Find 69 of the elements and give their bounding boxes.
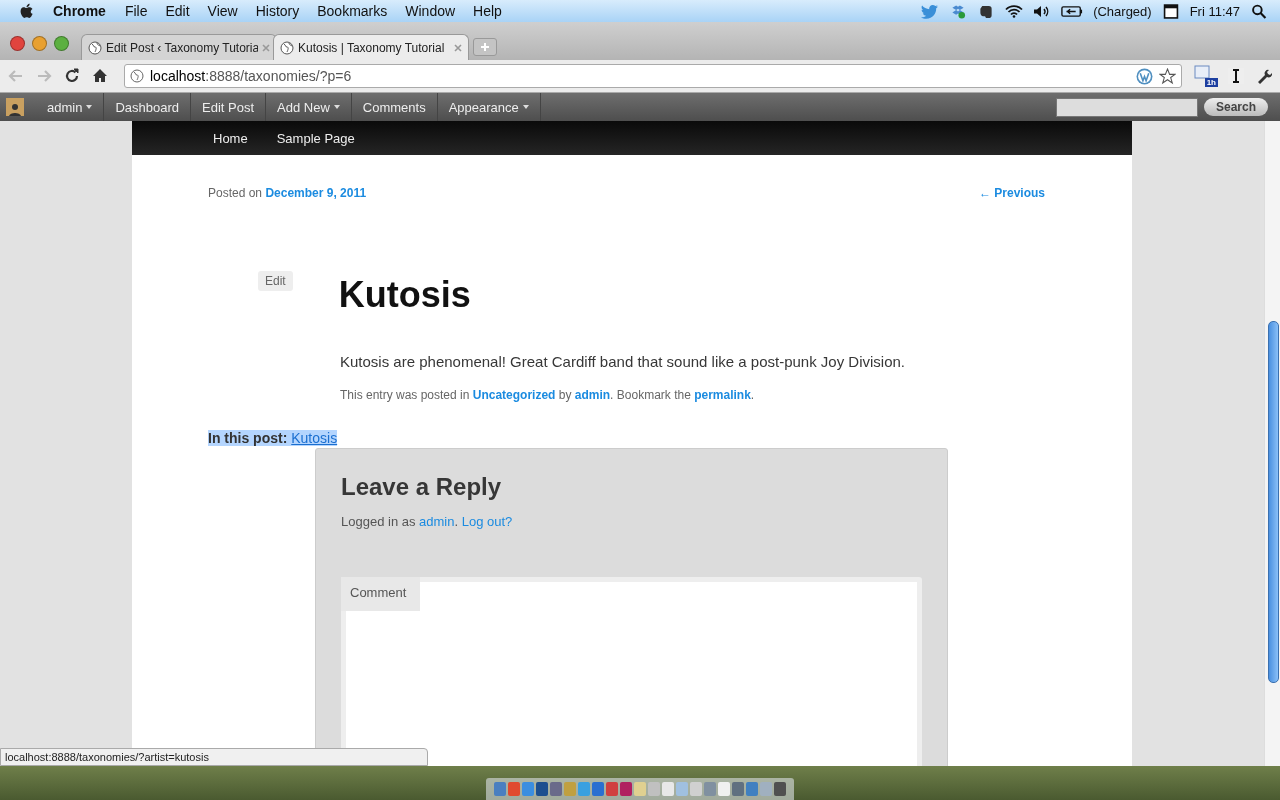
extension-badge: 1h [1204, 78, 1218, 87]
nav-link[interactable]: Home [213, 130, 248, 146]
address-bar[interactable]: localhost:8888/taxonomies/?p=6 [124, 64, 1182, 88]
wifi-icon[interactable] [1005, 3, 1024, 19]
menu-item[interactable]: Edit [165, 3, 190, 19]
reload-icon[interactable] [64, 68, 80, 84]
dock-app-icon[interactable] [774, 782, 786, 796]
close-window-button[interactable] [10, 35, 25, 51]
battery-status: (Charged) [1093, 3, 1152, 19]
dock-app-icon[interactable] [704, 782, 716, 796]
dock-app-icon[interactable] [494, 782, 506, 796]
calendar-extension-button[interactable]: 1h [1194, 65, 1216, 87]
dock-app-icon[interactable] [620, 782, 632, 796]
menu-item[interactable]: Bookmarks [317, 3, 388, 19]
zoom-window-button[interactable] [54, 35, 69, 51]
bird-icon[interactable] [921, 3, 940, 19]
menu-clock: Fri 11:47 [1189, 3, 1240, 19]
menu-item[interactable]: File [124, 3, 148, 19]
in-this-post-text: In this post: Kutosis [208, 430, 338, 446]
menu-item[interactable]: Window [405, 3, 456, 19]
status-url: localhost:8888/taxonomies/?artist=kutosis [0, 748, 428, 766]
browser-tab[interactable]: Kutosis | Taxonomy Tutorial [273, 34, 469, 60]
reply-heading: Leave a Reply [341, 473, 503, 501]
star-icon[interactable] [1159, 67, 1176, 85]
post-footer-text: This entry was posted in Uncategorized by admin. Bookmark the permalink. [340, 388, 756, 402]
w-logo-icon[interactable] [1136, 67, 1153, 85]
menu-item[interactable]: View [207, 3, 238, 19]
dock-app-icon[interactable] [536, 782, 548, 796]
dock-app-icon[interactable] [746, 782, 758, 796]
dock-app-icon[interactable] [522, 782, 534, 796]
scroll-thumb[interactable] [1268, 321, 1279, 683]
search-button[interactable]: Search [1203, 98, 1268, 116]
minimize-window-button[interactable] [32, 35, 47, 51]
nav-link[interactable]: Sample Page [276, 130, 355, 146]
post-body: Kutosis are phenomenal! Great Cardiff band that sound like a post-punk Joy Division. [340, 353, 907, 370]
back-arrow-icon[interactable] [8, 68, 24, 84]
edit-button[interactable]: Edit [258, 271, 293, 291]
calendar-icon[interactable] [1161, 3, 1180, 19]
menu-item[interactable]: Help [473, 3, 502, 19]
comment-label: Comment [341, 577, 421, 611]
previous-link[interactable]: ← Previous [978, 186, 1045, 200]
posted-on-text: Posted on December 9, 2011 [208, 186, 367, 200]
dock-app-icon[interactable] [592, 782, 604, 796]
search-icon[interactable] [1250, 3, 1268, 19]
admin-search-field[interactable] [1055, 97, 1198, 117]
close-tab-icon[interactable] [262, 43, 270, 52]
comment-field[interactable]: Comment [341, 577, 922, 766]
battery-icon[interactable] [1061, 3, 1084, 19]
menu-app-name[interactable]: Chrome [53, 3, 106, 19]
dock-app-icon[interactable] [718, 782, 730, 796]
wrench-icon[interactable] [1256, 68, 1272, 84]
dock-app-icon[interactable] [606, 782, 618, 796]
close-tab-icon[interactable] [454, 43, 462, 52]
logged-in-text: Logged in as admin. Log out? [341, 514, 514, 529]
home-icon[interactable] [92, 68, 108, 84]
plus-icon [480, 42, 490, 52]
apple-icon[interactable] [20, 2, 35, 20]
forward-arrow-icon[interactable] [36, 68, 52, 84]
dock-app-icon[interactable] [550, 782, 562, 796]
new-tab-button[interactable] [473, 38, 497, 56]
post-title: Kutosis [338, 273, 471, 317]
dock-app-icon[interactable] [662, 782, 674, 796]
dock-app-icon[interactable] [690, 782, 702, 796]
dock-app-icon[interactable] [508, 782, 520, 796]
dock-app-icon[interactable] [732, 782, 744, 796]
scrollbar[interactable] [1264, 121, 1280, 766]
menu-item[interactable]: History [255, 3, 300, 19]
avatar-image[interactable] [6, 98, 24, 116]
dock-app-icon[interactable] [634, 782, 646, 796]
